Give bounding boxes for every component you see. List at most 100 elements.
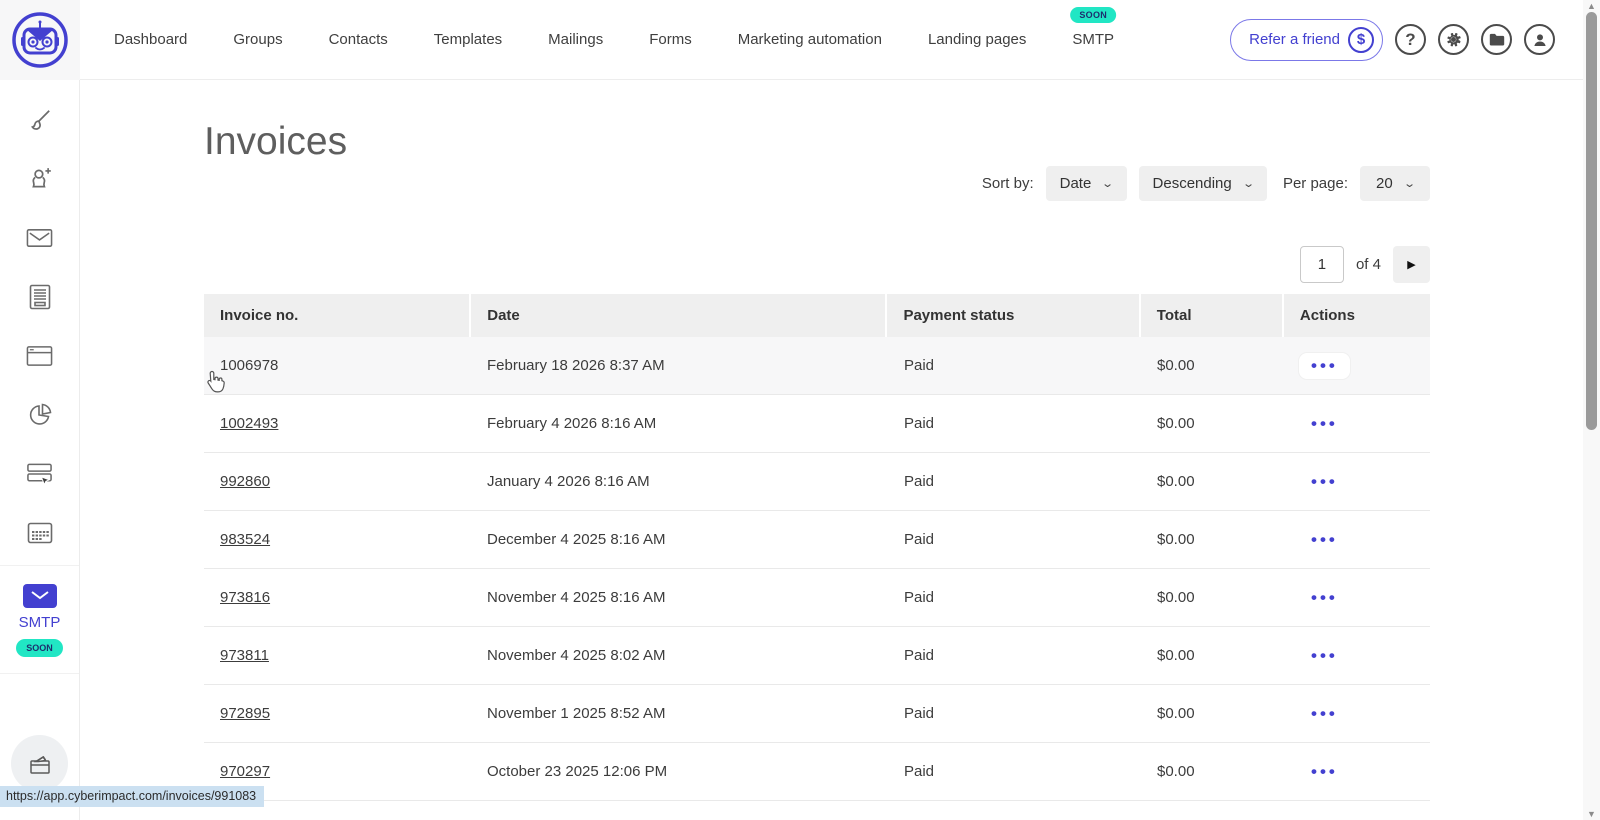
- robot-logo-icon: [12, 11, 68, 68]
- row-actions-menu-button[interactable]: •••: [1299, 411, 1350, 437]
- invoices-table: Invoice no. Date Payment status Total Ac…: [204, 294, 1430, 801]
- table-row: 973811 November 4 2025 8:02 AM Paid $0.00 ••…: [204, 627, 1430, 685]
- page-title: Invoices: [204, 120, 348, 163]
- invoice-link[interactable]: 973816: [220, 589, 270, 606]
- settings-button[interactable]: [1438, 24, 1469, 55]
- sidebar-item-calendar[interactable]: [26, 519, 54, 547]
- invoice-link[interactable]: 992860: [220, 473, 270, 490]
- nav-item-smtp[interactable]: SMTP SOON: [1070, 7, 1117, 48]
- row-actions-menu-button[interactable]: •••: [1299, 701, 1350, 727]
- paintbrush-icon: [30, 110, 50, 130]
- sort-by-label: Sort by:: [981, 175, 1034, 192]
- row-actions-menu-button[interactable]: •••: [1299, 527, 1350, 553]
- payment-status: Paid: [904, 589, 935, 606]
- per-page-value: 20: [1376, 175, 1393, 192]
- nav-item-landing-pages[interactable]: Landing pages: [928, 31, 1026, 48]
- nav-item-marketing-automation[interactable]: Marketing automation: [738, 31, 882, 48]
- invoice-link[interactable]: 983524: [220, 531, 270, 548]
- column-header-total: Total: [1140, 294, 1282, 337]
- table-row: 970297 October 23 2025 12:06 PM Paid $0.00 •…: [204, 743, 1430, 801]
- invoice-total: $0.00: [1157, 647, 1195, 664]
- invoice-link[interactable]: 972895: [220, 705, 270, 722]
- nav-item-groups[interactable]: Groups: [233, 31, 282, 48]
- question-mark-icon: ?: [1405, 29, 1416, 49]
- scrollbar-thumb[interactable]: [1586, 12, 1597, 430]
- sidebar-item-statistics[interactable]: [26, 401, 54, 429]
- sidebar-item-smtp[interactable]: SMTP SOON: [0, 565, 79, 674]
- chevron-down-icon: ⌄: [1402, 178, 1416, 190]
- sidebar-item-mailings[interactable]: [26, 224, 54, 252]
- invoice-link[interactable]: 1006978: [220, 357, 278, 374]
- row-actions-menu-button[interactable]: •••: [1299, 585, 1350, 611]
- table-row: 973816 November 4 2025 8:16 AM Paid $0.00 ••…: [204, 569, 1430, 627]
- sidebar-item-design[interactable]: [26, 106, 54, 134]
- table-row: 992860 January 4 2026 8:16 AM Paid $0.00 •••: [204, 453, 1430, 511]
- app-logo[interactable]: [0, 0, 80, 80]
- left-sidebar: SMTP SOON: [0, 80, 80, 820]
- actions-cell: •••: [1283, 759, 1430, 785]
- envelope-icon: [26, 229, 53, 247]
- nav-item-forms[interactable]: Forms: [649, 31, 692, 48]
- column-header-payment-status: Payment status: [887, 294, 1139, 337]
- payment-status: Paid: [904, 647, 935, 664]
- nav-item-templates[interactable]: Templates: [434, 31, 502, 48]
- nav-item-dashboard[interactable]: Dashboard: [114, 31, 187, 48]
- table-body: 1006978 February 18 2026 8:37 AM Paid $0.00…: [204, 337, 1430, 801]
- main-content: Invoices Sort by: Date ⌄ Descending ⌄ Pe…: [80, 80, 1583, 820]
- next-page-button[interactable]: ▶: [1393, 246, 1430, 283]
- per-page-label: Per page:: [1282, 175, 1348, 192]
- invoice-date: October 23 2025 12:06 PM: [487, 763, 668, 780]
- pagination: of 4 ▶: [1299, 246, 1430, 283]
- per-page-dropdown[interactable]: 20 ⌄: [1360, 166, 1430, 201]
- sidebar-item-add-contact[interactable]: [26, 165, 54, 193]
- invoice-total: $0.00: [1157, 763, 1195, 780]
- scroll-down-arrow-icon[interactable]: ▼: [1583, 808, 1600, 820]
- row-actions-menu-button[interactable]: •••: [1299, 643, 1350, 669]
- payment-status: Paid: [904, 531, 935, 548]
- invoice-date: November 4 2025 8:02 AM: [487, 647, 666, 664]
- column-header-invoice-no: Invoice no.: [204, 294, 470, 337]
- vertical-scrollbar[interactable]: ▲ ▼: [1583, 0, 1600, 820]
- chevron-down-icon: ⌄: [1101, 178, 1115, 190]
- account-button[interactable]: [1524, 24, 1555, 55]
- nav-item-contacts[interactable]: Contacts: [329, 31, 388, 48]
- sidebar-item-forms[interactable]: [26, 283, 54, 311]
- row-actions-menu-button[interactable]: •••: [1299, 352, 1350, 379]
- table-header-row: Invoice no. Date Payment status Total Ac…: [204, 294, 1430, 337]
- sort-field-dropdown[interactable]: Date ⌄: [1045, 166, 1127, 201]
- row-actions-menu-button[interactable]: •••: [1299, 759, 1350, 785]
- invoice-link[interactable]: 970297: [220, 763, 270, 780]
- payment-status: Paid: [904, 763, 935, 780]
- actions-cell: •••: [1283, 469, 1430, 495]
- nav-item-mailings[interactable]: Mailings: [548, 31, 603, 48]
- sort-direction-dropdown[interactable]: Descending ⌄: [1138, 166, 1267, 201]
- table-row: 1002493 February 4 2026 8:16 AM Paid $0.00 •…: [204, 395, 1430, 453]
- refer-a-friend-button[interactable]: Refer a friend $: [1230, 18, 1383, 61]
- table-row: 983524 December 4 2025 8:16 AM Paid $0.00 ••…: [204, 511, 1430, 569]
- sidebar-item-banners[interactable]: [26, 460, 54, 488]
- gear-icon: [1447, 32, 1461, 47]
- column-header-actions: Actions: [1283, 294, 1430, 337]
- banner-select-icon: [27, 463, 52, 486]
- row-actions-menu-button[interactable]: •••: [1299, 469, 1350, 495]
- folder-button[interactable]: [1481, 24, 1512, 55]
- actions-cell: •••: [1283, 701, 1430, 727]
- scroll-up-arrow-icon[interactable]: ▲: [1583, 0, 1600, 12]
- actions-cell: •••: [1283, 585, 1430, 611]
- topbar-right-actions: Refer a friend $ ?: [1230, 18, 1583, 61]
- ballot-box-icon: [29, 755, 50, 774]
- rewards-button[interactable]: [11, 735, 68, 792]
- help-button[interactable]: ?: [1395, 24, 1426, 55]
- sidebar-item-landing-pages[interactable]: [26, 342, 54, 370]
- status-url: https://app.cyberimpact.com/invoices/991…: [6, 789, 257, 803]
- payment-status: Paid: [904, 357, 935, 374]
- invoice-link[interactable]: 973811: [220, 647, 269, 664]
- sort-direction-value: Descending: [1152, 175, 1232, 192]
- invoice-total: $0.00: [1157, 415, 1195, 432]
- page-number-input[interactable]: [1299, 246, 1344, 283]
- column-header-date: Date: [471, 294, 886, 337]
- invoice-link[interactable]: 1002493: [220, 415, 278, 432]
- invoice-total: $0.00: [1157, 531, 1195, 548]
- invoice-date: January 4 2026 8:16 AM: [487, 473, 650, 490]
- next-arrow-icon: ▶: [1407, 259, 1416, 271]
